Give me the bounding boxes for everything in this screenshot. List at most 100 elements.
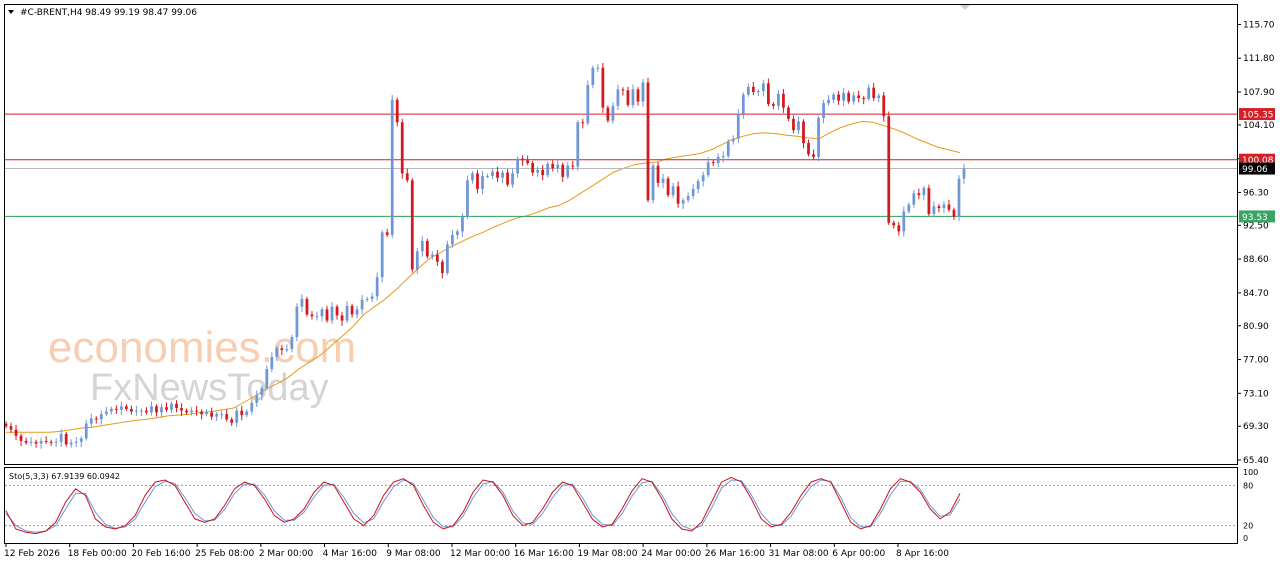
candle-bear: [155, 406, 158, 413]
chart-shift-marker-icon[interactable]: [960, 5, 970, 10]
chart-window[interactable]: economies.com FxNewsToday 100 80 20 0 115.7…: [0, 0, 1280, 567]
candle-bear: [802, 121, 805, 144]
candle-bear: [19, 435, 23, 441]
price-tick-label: 77.00: [1243, 356, 1269, 366]
time-tick-label: 12 Mar 00:00: [450, 549, 510, 559]
horizontal-levels-layer: [5, 113, 1237, 217]
candle-bear: [857, 95, 861, 99]
candle-bull: [320, 309, 324, 317]
candle-bull: [681, 200, 685, 204]
candle-bear: [872, 87, 876, 99]
candle-bull: [315, 316, 319, 318]
candle-bull: [832, 94, 835, 100]
candle-bear: [335, 306, 339, 316]
candle-bull: [104, 411, 108, 415]
candle-bull: [365, 298, 369, 300]
time-tick-label: 12 Feb 2026: [4, 549, 60, 559]
candle-bull: [29, 441, 33, 443]
time-tick-label: 8 Apr 16:00: [896, 549, 949, 559]
candle-bear: [807, 143, 810, 155]
candle-bear: [49, 441, 53, 443]
price-axis: 115.70111.80107.90104.10100.2096.3092.50…: [1237, 20, 1275, 466]
candle-bull: [220, 414, 224, 416]
candle-bear: [551, 163, 555, 169]
candle-bear: [787, 107, 790, 119]
candle-bull: [456, 231, 459, 235]
candle-bear: [812, 154, 815, 157]
candle-bull: [511, 173, 514, 185]
candle-bear: [711, 162, 715, 164]
price-chart[interactable]: economies.com FxNewsToday 10080200 115.7…: [0, 0, 1280, 567]
time-tick-label: 6 Apr 00:00: [832, 549, 885, 559]
candle-bear: [350, 305, 354, 315]
candle-bull: [135, 410, 138, 412]
candle-bull: [74, 441, 78, 443]
candle-bull: [481, 175, 484, 189]
candle-bull: [54, 441, 58, 443]
candle-bull: [260, 388, 264, 396]
candle-bear: [64, 434, 68, 445]
candle-bear: [506, 172, 509, 185]
candle-bull: [746, 86, 750, 95]
candle-bull: [345, 305, 349, 321]
candle-bear: [646, 82, 650, 201]
candle-bull: [701, 175, 705, 182]
candle-bear: [541, 169, 545, 176]
candle-bear: [310, 314, 314, 317]
candle-bear: [210, 412, 214, 417]
candle-bear: [606, 107, 610, 121]
candle-bull: [170, 403, 173, 410]
candle-bull: [84, 423, 88, 439]
candle-bear: [892, 222, 896, 226]
candle-bull: [756, 91, 760, 93]
candle-bear: [200, 411, 203, 415]
time-tick-label: 19 Mar 08:00: [577, 549, 637, 559]
candle-bull: [912, 193, 916, 205]
candle-bull: [471, 173, 474, 181]
candle-bull: [576, 122, 580, 167]
candle-bull: [79, 438, 83, 442]
chevron-down-icon[interactable]: [8, 10, 14, 14]
candle-bull: [295, 306, 299, 338]
candle-bear: [792, 118, 795, 131]
stochastic-label: Sto(5,3,3) 67.9139 60.0942: [9, 472, 120, 481]
candle-bear: [9, 426, 13, 430]
candle-bear: [782, 93, 785, 108]
candle-bull: [516, 158, 519, 174]
candle-bull: [265, 369, 269, 389]
candle-bull: [716, 156, 720, 163]
candle-bear: [395, 99, 399, 123]
candle-bull: [616, 89, 620, 106]
candle-bull: [415, 251, 419, 270]
candle-bull: [89, 418, 93, 424]
candle-bear: [772, 104, 775, 106]
candle-bull: [731, 138, 735, 142]
candle-bear: [340, 315, 344, 321]
candle-bull: [275, 348, 279, 357]
candle-bull: [205, 412, 209, 415]
candle-bull: [852, 95, 856, 102]
candle-bull: [39, 440, 43, 444]
candle-bear: [561, 164, 565, 177]
candle-bull: [686, 195, 690, 201]
candle-bear: [521, 158, 524, 161]
candle-bull: [360, 299, 364, 310]
time-tick-label: 18 Feb 00:00: [68, 549, 127, 559]
candle-bear: [425, 240, 429, 257]
candle-bull: [190, 410, 193, 413]
candle-bear: [195, 410, 198, 412]
candle-bear: [601, 67, 605, 108]
candle-bull: [691, 188, 695, 196]
candle-bull: [797, 121, 800, 131]
candle-bull: [255, 395, 259, 403]
candle-bear: [496, 171, 499, 178]
candle-bull: [330, 306, 334, 321]
candle-bull: [390, 99, 394, 235]
candle-bear: [240, 410, 244, 415]
candle-bear: [225, 414, 229, 420]
candle-bear: [435, 254, 439, 262]
candle-bull: [631, 89, 635, 105]
candle-bull: [726, 141, 730, 157]
price-tick-label: 111.80: [1243, 54, 1275, 64]
symbol-header: #C-BRENT,H4 98.49 99.19 98.47 99.06: [20, 8, 197, 18]
